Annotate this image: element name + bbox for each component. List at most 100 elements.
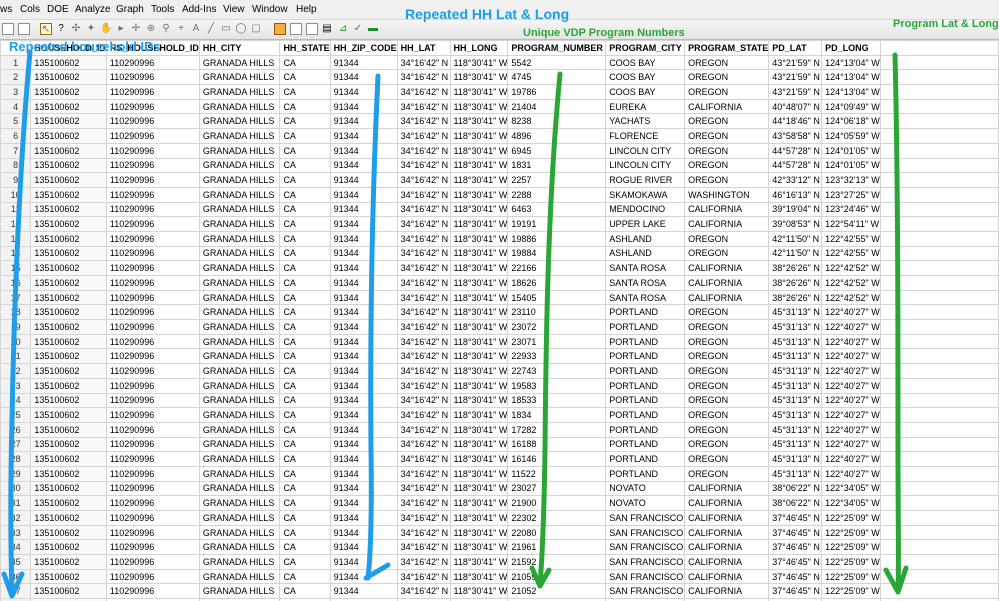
program-city-cell[interactable]: LINCOLN CITY bbox=[606, 158, 685, 173]
program-state-cell[interactable]: OREGON bbox=[685, 378, 769, 393]
pd-long-cell[interactable]: 122°40'27" W bbox=[822, 408, 881, 423]
zoom-icon[interactable]: ⊕ bbox=[145, 23, 157, 35]
hh-lat-cell[interactable]: 34°16'42" N bbox=[397, 114, 450, 129]
hh-lat-cell[interactable]: 34°16'42" N bbox=[397, 261, 450, 276]
program-city-cell[interactable]: SANTA ROSA bbox=[606, 276, 685, 291]
row-number[interactable]: 2 bbox=[1, 70, 31, 85]
hh-state-cell[interactable]: CA bbox=[280, 555, 330, 570]
row-number[interactable]: 32 bbox=[1, 511, 31, 526]
program-state-cell[interactable]: CALIFORNIA bbox=[685, 496, 769, 511]
lasso-icon[interactable]: ✦ bbox=[85, 23, 97, 35]
column-header[interactable]: HH_STATE bbox=[280, 41, 330, 56]
menu-item-help[interactable]: Help bbox=[296, 4, 317, 15]
household-id-cell[interactable]: 135100602 bbox=[31, 231, 107, 246]
program-number-cell[interactable]: 17282 bbox=[508, 422, 606, 437]
pd-lat-cell[interactable]: 39°19'04" N bbox=[769, 202, 822, 217]
pd-lat-cell[interactable]: 45°31'13" N bbox=[769, 466, 822, 481]
program-number-cell[interactable]: 1831 bbox=[508, 158, 606, 173]
program-state-cell[interactable]: OREGON bbox=[685, 114, 769, 129]
hh-lat-cell[interactable]: 34°16'42" N bbox=[397, 99, 450, 114]
household-id-cell[interactable]: 135100602 bbox=[31, 70, 107, 85]
pd-lat-cell[interactable]: 45°31'13" N bbox=[769, 334, 822, 349]
hh-city-cell[interactable]: GRANADA HILLS bbox=[199, 290, 280, 305]
menu-item-analyze[interactable]: Analyze bbox=[75, 4, 111, 15]
distribution-icon[interactable]: ▤ bbox=[321, 23, 333, 35]
pd-long-cell[interactable]: 122°54'11" W bbox=[822, 217, 881, 232]
table-row[interactable]: 35135100602110290996GRANADA HILLSCA91344… bbox=[1, 555, 999, 570]
pd-long-cell[interactable]: 122°25'09" W bbox=[822, 555, 881, 570]
hh-zip-code-cell[interactable]: 91344 bbox=[330, 378, 397, 393]
hh-state-cell[interactable]: CA bbox=[280, 349, 330, 364]
pd-long-cell[interactable]: 124°13'04" W bbox=[822, 70, 881, 85]
table-row[interactable]: 28135100602110290996GRANADA HILLSCA91344… bbox=[1, 452, 999, 467]
brush-icon[interactable]: ✣ bbox=[70, 23, 82, 35]
pd-long-cell[interactable]: 124°05'59" W bbox=[822, 129, 881, 144]
hh-city-cell[interactable]: GRANADA HILLS bbox=[199, 231, 280, 246]
rs-household-id-cell[interactable]: 110290996 bbox=[106, 466, 199, 481]
hh-zip-code-cell[interactable]: 91344 bbox=[330, 569, 397, 584]
hh-long-cell[interactable]: 118°30'41" W bbox=[450, 364, 508, 379]
hh-state-cell[interactable]: CA bbox=[280, 466, 330, 481]
row-number[interactable]: 14 bbox=[1, 246, 31, 261]
hh-long-cell[interactable]: 118°30'41" W bbox=[450, 378, 508, 393]
program-number-cell[interactable]: 21592 bbox=[508, 555, 606, 570]
table-row[interactable]: 20135100602110290996GRANADA HILLSCA91344… bbox=[1, 334, 999, 349]
hh-long-cell[interactable]: 118°30'41" W bbox=[450, 217, 508, 232]
hh-city-cell[interactable]: GRANADA HILLS bbox=[199, 334, 280, 349]
empty-cell[interactable] bbox=[880, 70, 998, 85]
program-state-cell[interactable]: CALIFORNIA bbox=[685, 261, 769, 276]
empty-cell[interactable] bbox=[880, 569, 998, 584]
hh-long-cell[interactable]: 118°30'41" W bbox=[450, 231, 508, 246]
hh-lat-cell[interactable]: 34°16'42" N bbox=[397, 496, 450, 511]
hh-zip-code-cell[interactable]: 91344 bbox=[330, 158, 397, 173]
hh-state-cell[interactable]: CA bbox=[280, 584, 330, 599]
program-number-cell[interactable]: 4745 bbox=[508, 70, 606, 85]
empty-cell[interactable] bbox=[880, 378, 998, 393]
household-id-cell[interactable]: 135100602 bbox=[31, 364, 107, 379]
menu-item-tools[interactable]: Tools bbox=[151, 4, 174, 15]
help-icon[interactable]: ? bbox=[55, 23, 67, 35]
table-row[interactable]: 26135100602110290996GRANADA HILLSCA91344… bbox=[1, 422, 999, 437]
program-city-cell[interactable]: COOS BAY bbox=[606, 55, 685, 70]
empty-cell[interactable] bbox=[880, 422, 998, 437]
empty-cell[interactable] bbox=[880, 466, 998, 481]
pd-lat-cell[interactable]: 38°06'22" N bbox=[769, 496, 822, 511]
pd-long-cell[interactable]: 124°13'04" W bbox=[822, 85, 881, 100]
menu-item-view[interactable]: View bbox=[223, 4, 245, 15]
hh-city-cell[interactable]: GRANADA HILLS bbox=[199, 158, 280, 173]
row-number[interactable]: 7 bbox=[1, 143, 31, 158]
pd-lat-cell[interactable]: 45°31'13" N bbox=[769, 422, 822, 437]
pd-long-cell[interactable]: 124°09'49" W bbox=[822, 99, 881, 114]
household-id-cell[interactable]: 135100602 bbox=[31, 173, 107, 188]
row-number[interactable]: 36 bbox=[1, 569, 31, 584]
pd-long-cell[interactable]: 122°25'09" W bbox=[822, 525, 881, 540]
household-id-cell[interactable]: 135100602 bbox=[31, 437, 107, 452]
empty-column-header[interactable] bbox=[880, 41, 998, 56]
hh-zip-code-cell[interactable]: 91344 bbox=[330, 276, 397, 291]
pointer-icon[interactable]: ▸ bbox=[115, 23, 127, 35]
column-header[interactable]: HH_CITY bbox=[199, 41, 280, 56]
rs-household-id-cell[interactable]: 110290996 bbox=[106, 114, 199, 129]
rs-household-id-cell[interactable]: 110290996 bbox=[106, 349, 199, 364]
program-state-cell[interactable]: OREGON bbox=[685, 364, 769, 379]
household-id-cell[interactable]: 135100602 bbox=[31, 334, 107, 349]
table-row[interactable]: 33135100602110290996GRANADA HILLSCA91344… bbox=[1, 525, 999, 540]
program-state-cell[interactable]: OREGON bbox=[685, 173, 769, 188]
program-number-cell[interactable]: 23071 bbox=[508, 334, 606, 349]
program-city-cell[interactable]: PORTLAND bbox=[606, 349, 685, 364]
pd-long-cell[interactable]: 124°01'05" W bbox=[822, 158, 881, 173]
hh-long-cell[interactable]: 118°30'41" W bbox=[450, 466, 508, 481]
pd-lat-cell[interactable]: 45°31'13" N bbox=[769, 305, 822, 320]
program-number-cell[interactable]: 22166 bbox=[508, 261, 606, 276]
pd-long-cell[interactable]: 122°40'27" W bbox=[822, 393, 881, 408]
hh-state-cell[interactable]: CA bbox=[280, 99, 330, 114]
hh-state-cell[interactable]: CA bbox=[280, 481, 330, 496]
pd-lat-cell[interactable]: 43°21'59" N bbox=[769, 85, 822, 100]
rs-household-id-cell[interactable]: 110290996 bbox=[106, 217, 199, 232]
hh-long-cell[interactable]: 118°30'41" W bbox=[450, 511, 508, 526]
household-id-cell[interactable]: 135100602 bbox=[31, 187, 107, 202]
program-city-cell[interactable]: YACHATS bbox=[606, 114, 685, 129]
table-row[interactable]: 5135100602110290996GRANADA HILLSCA913443… bbox=[1, 114, 999, 129]
program-state-cell[interactable]: CALIFORNIA bbox=[685, 202, 769, 217]
pd-long-cell[interactable]: 122°42'52" W bbox=[822, 261, 881, 276]
